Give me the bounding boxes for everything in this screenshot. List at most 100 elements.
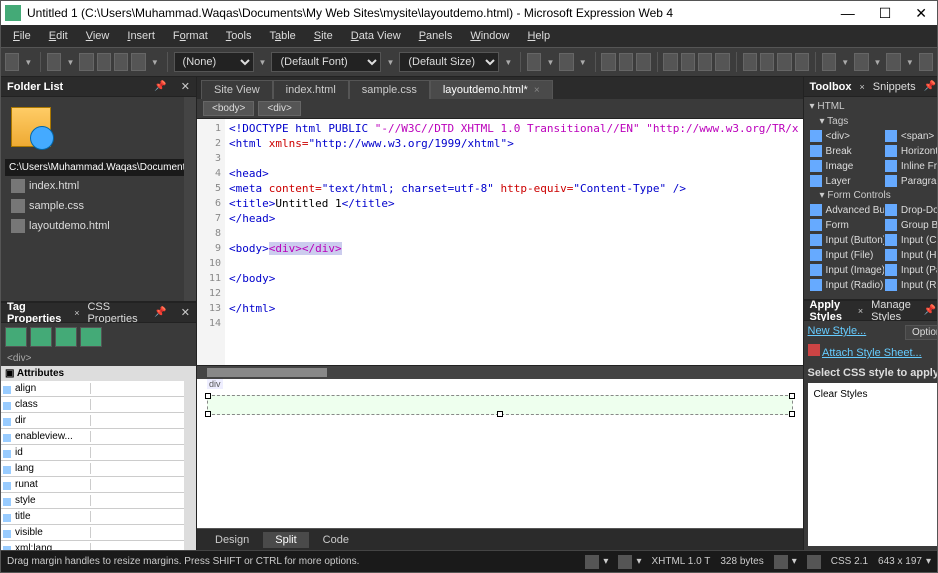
menu-format[interactable]: Format	[165, 28, 216, 44]
styles-list[interactable]: Clear Styles	[808, 383, 937, 546]
code-tab[interactable]: Code	[311, 532, 361, 548]
toolbox-item[interactable]: Group Box	[885, 218, 937, 232]
resize-handle[interactable]	[497, 411, 503, 417]
toolbox-item[interactable]: <span>	[885, 129, 937, 143]
options-button[interactable]: Options ▾	[905, 325, 937, 340]
apply-styles-tab[interactable]: Apply Styles	[810, 299, 850, 323]
open-button[interactable]	[47, 53, 61, 71]
selected-div[interactable]	[207, 395, 793, 415]
align-left-button[interactable]	[663, 53, 677, 71]
minimize-button[interactable]: —	[835, 5, 861, 22]
snippets-tab[interactable]: Snippets	[873, 81, 916, 93]
category-form[interactable]: Form Controls	[806, 188, 937, 203]
dropdown-icon[interactable]: ▼	[149, 58, 161, 67]
redo-button[interactable]	[559, 53, 573, 71]
breadcrumb-item[interactable]: <div>	[258, 101, 300, 116]
menu-insert[interactable]: Insert	[119, 28, 163, 44]
attribute-row[interactable]: visible	[1, 525, 196, 541]
design-view[interactable]: div	[197, 379, 803, 528]
size-select[interactable]: (Default Size)	[399, 52, 499, 72]
toolbox-item[interactable]: Input (Radio)	[810, 278, 884, 292]
menu-edit[interactable]: Edit	[41, 28, 76, 44]
doc-tab[interactable]: index.html	[273, 80, 349, 99]
publish-button[interactable]	[131, 53, 145, 71]
attribute-row[interactable]: dir	[1, 413, 196, 429]
attribute-row[interactable]: lang	[1, 461, 196, 477]
code-editor[interactable]: 1234567891011121314 <!DOCTYPE html PUBLI…	[197, 119, 803, 365]
borders-button[interactable]	[822, 53, 836, 71]
toolbox-item[interactable]: Horizontal Line	[885, 144, 937, 158]
compat-icon[interactable]	[774, 555, 788, 569]
toolbox-item[interactable]: Input (File)	[810, 248, 884, 262]
menu-window[interactable]: Window	[462, 28, 517, 44]
toolbox-item[interactable]: Input (Button)	[810, 233, 884, 247]
dropdown-icon[interactable]: ▼	[64, 58, 76, 67]
indent-button[interactable]	[795, 53, 809, 71]
toolbox-item[interactable]: Image	[810, 159, 884, 173]
preview-button[interactable]	[97, 53, 111, 71]
align-center-button[interactable]	[681, 53, 695, 71]
attribute-row[interactable]: title	[1, 509, 196, 525]
manage-styles-tab[interactable]: Manage Styles	[871, 299, 915, 323]
resize-handle[interactable]	[789, 393, 795, 399]
resize-handle[interactable]	[205, 393, 211, 399]
new-button[interactable]	[5, 53, 19, 71]
fontcolor-button[interactable]	[886, 53, 900, 71]
menu-tools[interactable]: Tools	[218, 28, 260, 44]
attribute-row[interactable]: style	[1, 493, 196, 509]
font-select[interactable]: (Default Font)	[271, 52, 381, 72]
clear-styles-item[interactable]: Clear Styles	[814, 389, 937, 400]
pin-icon[interactable]: 📌	[924, 81, 936, 92]
toolbox-item[interactable]: Inline Frame	[885, 159, 937, 173]
underline-button[interactable]	[636, 53, 650, 71]
split-tab[interactable]: Split	[263, 532, 308, 548]
close-tab-icon[interactable]: ×	[534, 85, 540, 96]
tab-close-icon[interactable]: ×	[860, 82, 865, 92]
file-item[interactable]: sample.css	[5, 196, 192, 216]
folder-path[interactable]: C:\Users\Muhammad.Waqas\Documents\M	[5, 159, 192, 176]
site-view-tab[interactable]: Site View	[201, 80, 273, 99]
align-right-button[interactable]	[698, 53, 712, 71]
toolbox-item[interactable]: Paragraph	[885, 174, 937, 188]
toolbox-item[interactable]: Layer	[810, 174, 884, 188]
code-content[interactable]: <!DOCTYPE html PUBLIC "-//W3C//DTD XHTML…	[225, 119, 803, 365]
menu-site[interactable]: Site	[306, 28, 341, 44]
toolbox-item[interactable]: Input (Reset)	[885, 278, 937, 292]
menu-file[interactable]: File	[5, 28, 39, 44]
bold-button[interactable]	[601, 53, 615, 71]
toolbox-item[interactable]: Form	[810, 218, 884, 232]
toolbox-item[interactable]: Drop-Down Box	[885, 203, 937, 217]
menu-view[interactable]: View	[78, 28, 118, 44]
highlight-button[interactable]	[854, 53, 868, 71]
superpreview-button[interactable]	[114, 53, 128, 71]
undo-button[interactable]	[527, 53, 541, 71]
scrollbar[interactable]	[184, 97, 196, 301]
doc-tab[interactable]: layoutdemo.html*×	[430, 80, 553, 99]
doc-tab[interactable]: sample.css	[349, 80, 430, 99]
toolbox-tab[interactable]: Toolbox	[810, 81, 852, 93]
attributes-section[interactable]: ▣ Attributes	[1, 366, 196, 381]
tab-close-icon[interactable]: ×	[74, 308, 79, 318]
italic-button[interactable]	[619, 53, 633, 71]
file-item[interactable]: index.html	[5, 176, 192, 196]
css-properties-tab[interactable]: CSS Properties	[87, 301, 146, 325]
schema-icon[interactable]	[618, 555, 632, 569]
align-justify-button[interactable]	[715, 53, 729, 71]
outdent-button[interactable]	[777, 53, 791, 71]
numbering-button[interactable]	[760, 53, 774, 71]
resize-handle[interactable]	[789, 411, 795, 417]
attribute-row[interactable]: id	[1, 445, 196, 461]
show-set-button[interactable]	[55, 327, 77, 347]
pin-icon[interactable]: 📌	[924, 305, 936, 316]
table-button[interactable]	[919, 53, 933, 71]
events-button[interactable]	[80, 327, 102, 347]
menu-help[interactable]: Help	[519, 28, 558, 44]
folder-list-tab[interactable]: Folder List	[7, 81, 63, 93]
category-html[interactable]: HTML	[806, 99, 937, 114]
design-tab[interactable]: Design	[203, 532, 261, 548]
category-tags[interactable]: Tags	[806, 114, 937, 129]
group-button[interactable]	[30, 327, 52, 347]
close-panel-icon[interactable]: ✕	[175, 80, 190, 93]
visual-aids-icon[interactable]	[585, 555, 599, 569]
scrollbar[interactable]	[184, 366, 196, 550]
